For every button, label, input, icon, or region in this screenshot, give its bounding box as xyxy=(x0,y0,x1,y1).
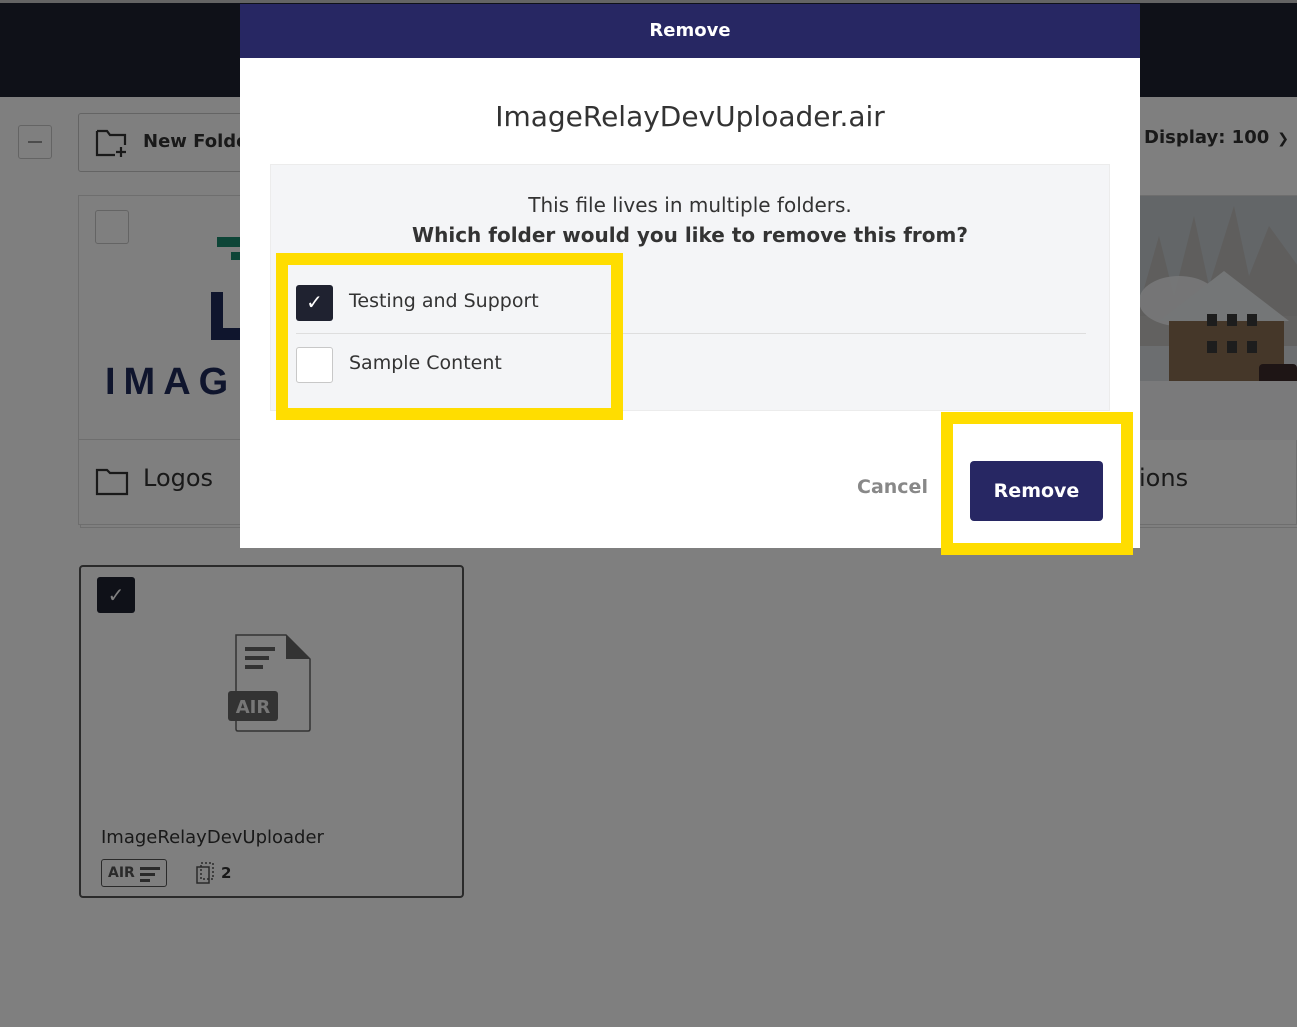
cancel-button[interactable]: Cancel xyxy=(857,476,928,498)
highlight-folder-options xyxy=(276,253,623,420)
dialog-filename: ImageRelayDevUploader.air xyxy=(495,100,885,133)
highlight-remove-button xyxy=(941,412,1133,555)
dialog-question: Which folder would you like to remove th… xyxy=(412,223,968,247)
dialog-title: Remove xyxy=(240,4,1140,58)
dialog-message: This file lives in multiple folders. xyxy=(528,193,852,217)
